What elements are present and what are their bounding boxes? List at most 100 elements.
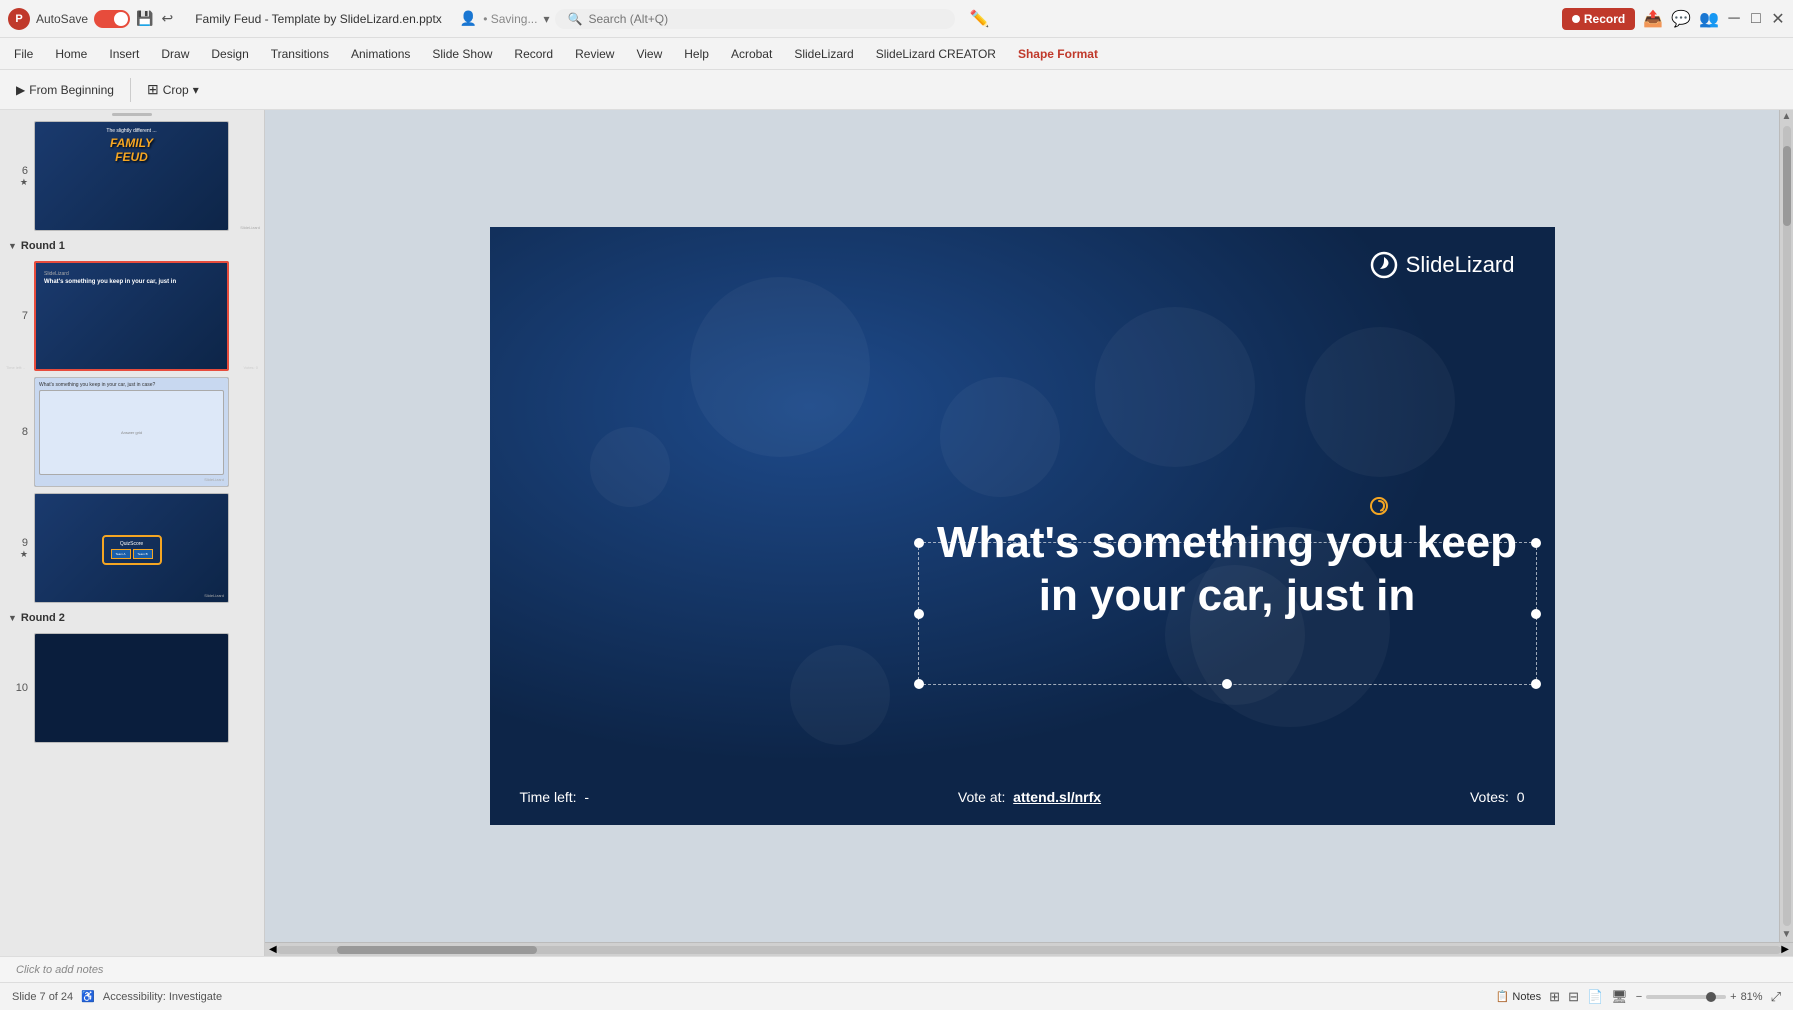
canvas-wrapper[interactable]: SlideLizard (265, 110, 1779, 942)
crop-dropdown-icon[interactable]: ▾ (193, 83, 199, 97)
user-icon[interactable]: 👤 (460, 10, 477, 27)
rotate-icon (1372, 499, 1386, 513)
bg-circle-8 (1095, 307, 1255, 467)
click-to-add-notes[interactable]: Click to add notes (16, 964, 103, 976)
from-beginning-button[interactable]: ▶ From Beginning (8, 79, 122, 101)
maximize-button[interactable]: □ (1749, 12, 1763, 26)
close-button[interactable]: ✕ (1771, 12, 1785, 26)
vertical-scrollbar[interactable]: ▲ ▼ (1779, 110, 1793, 942)
slide-sorter-icon[interactable]: ⊟ (1568, 989, 1579, 1005)
normal-view-icon[interactable]: ⊞ (1549, 989, 1560, 1005)
main-question-text[interactable]: What's something you keep in your car, j… (920, 517, 1535, 623)
zoom-in-icon[interactable]: + (1730, 991, 1736, 1003)
crop-button[interactable]: ⊞ Crop ▾ (139, 77, 207, 102)
vscroll-track[interactable] (1783, 126, 1791, 926)
bg-circle-2 (940, 377, 1060, 497)
vote-at: Vote at: attend.sl/nrfx (958, 789, 1101, 805)
menu-draw[interactable]: Draw (151, 43, 199, 65)
presenter-view-icon[interactable]: 🖥 (1611, 989, 1628, 1005)
hscroll-thumb[interactable] (337, 946, 537, 954)
section-header-round1[interactable]: ▼ Round 1 (0, 234, 264, 258)
canvas-area: SlideLizard (265, 110, 1793, 956)
hscroll-right-arrow[interactable]: ▶ (1781, 944, 1789, 955)
menu-transitions[interactable]: Transitions (261, 43, 339, 65)
menu-animations[interactable]: Animations (341, 43, 420, 65)
powerpoint-logo: P (8, 8, 30, 30)
record-button-top[interactable]: Record (1562, 8, 1635, 30)
slide-item-10[interactable]: 10 (0, 630, 264, 746)
rotate-handle[interactable] (1370, 497, 1388, 515)
logo-slide: Slide (1406, 252, 1455, 277)
fit-icon[interactable]: ⤢ (1771, 989, 1781, 1005)
accessibility-icon[interactable]: ♿ (81, 990, 95, 1003)
handle-br[interactable] (1531, 679, 1541, 689)
slidelizard-logo-icon (1370, 251, 1398, 279)
menu-help[interactable]: Help (674, 43, 719, 65)
scroll-up-area[interactable] (0, 110, 264, 118)
slide-item-8[interactable]: 8 What's something you keep in your car,… (0, 374, 264, 490)
section-header-round2[interactable]: ▼ Round 2 (0, 606, 264, 630)
menu-review[interactable]: Review (565, 43, 624, 65)
horizontal-scrollbar[interactable]: ◀ ▶ (265, 942, 1793, 956)
menubar: File Home Insert Draw Design Transitions… (0, 38, 1793, 70)
slide-number-8: 8 (12, 426, 28, 438)
slide-footer: Time left: - Vote at: attend.sl/nrfx Vot… (490, 789, 1555, 805)
accessibility-text[interactable]: Accessibility: Investigate (103, 991, 222, 1003)
menu-shape-format[interactable]: Shape Format (1008, 43, 1108, 65)
notes-button[interactable]: 📋 Notes (1496, 990, 1541, 1003)
autosave-toggle[interactable] (94, 10, 130, 28)
menu-slidelizard[interactable]: SlideLizard (784, 43, 863, 65)
handle-bm[interactable] (1222, 679, 1232, 689)
menu-design[interactable]: Design (201, 43, 258, 65)
slide-item-6[interactable]: 6 ★ The slightly different ... FAMILYFEU… (0, 118, 264, 234)
slide-thumb-9[interactable]: QuizScore Team A Team B SlideLizard (34, 493, 229, 603)
scroll-down-arrow[interactable]: ▼ (1782, 930, 1792, 940)
status-left: Slide 7 of 24 ♿ Accessibility: Investiga… (12, 990, 222, 1003)
search-box[interactable]: 🔍 (555, 9, 955, 29)
zoom-out-icon[interactable]: − (1636, 991, 1642, 1003)
slide-number-9: 9 (12, 537, 28, 549)
slide-item-9[interactable]: 9 ★ QuizScore Team A Team B SlideLizard (0, 490, 264, 606)
reading-view-icon[interactable]: 📄 (1587, 989, 1603, 1005)
status-right: 📋 Notes ⊞ ⊟ 📄 🖥 − + 81% ⤢ (1496, 989, 1781, 1005)
share-icon[interactable]: 📤 (1643, 9, 1663, 29)
slide-thumb-7[interactable]: SlideLizard What's something you keep in… (34, 261, 229, 371)
autosave-label: AutoSave (36, 12, 88, 26)
menu-acrobat[interactable]: Acrobat (721, 43, 782, 65)
menu-slideshow[interactable]: Slide Show (422, 43, 502, 65)
notes-bar: Click to add notes (0, 956, 1793, 982)
search-input[interactable] (588, 12, 943, 26)
slide-thumb-10[interactable] (34, 633, 229, 743)
slide-item-7[interactable]: 7 SlideLizard What's something you keep … (0, 258, 264, 374)
saving-text: • Saving... (483, 12, 537, 26)
handle-bl[interactable] (914, 679, 924, 689)
hscroll-track[interactable] (277, 946, 1782, 954)
window-controls: Record 📤 💬 👥 ─ □ ✕ (1562, 8, 1785, 30)
menu-home[interactable]: Home (45, 43, 97, 65)
slide-number-7: 7 (12, 310, 28, 322)
menu-slidelizard-creator[interactable]: SlideLizard CREATOR (866, 43, 1006, 65)
menu-insert[interactable]: Insert (99, 43, 149, 65)
slide-canvas[interactable]: SlideLizard (490, 227, 1555, 825)
menu-view[interactable]: View (626, 43, 672, 65)
title-icons: 💾 ↩ (136, 10, 173, 27)
dropdown-icon[interactable]: ▾ (543, 12, 549, 26)
zoom-slider[interactable] (1646, 995, 1726, 999)
minimize-button[interactable]: ─ (1727, 12, 1741, 26)
collab-icon[interactable]: 👥 (1699, 9, 1719, 29)
vscroll-thumb[interactable] (1783, 146, 1791, 226)
slide-thumb-6[interactable]: The slightly different ... FAMILYFEUD Sl… (34, 121, 229, 231)
scroll-up-arrow[interactable]: ▲ (1782, 112, 1792, 122)
save-icon[interactable]: 💾 (136, 10, 153, 27)
zoom-level[interactable]: 81% (1741, 991, 1763, 1003)
undo-icon[interactable]: ↩ (161, 10, 173, 27)
menu-record[interactable]: Record (504, 43, 563, 65)
section-collapse-icon-2: ▼ (8, 613, 17, 623)
menu-file[interactable]: File (4, 43, 43, 65)
comment-icon[interactable]: 💬 (1671, 9, 1691, 29)
titlebar: P AutoSave 💾 ↩ Family Feud - Template by… (0, 0, 1793, 38)
slide-thumb-8[interactable]: What's something you keep in your car, j… (34, 377, 229, 487)
hscroll-left-arrow[interactable]: ◀ (269, 944, 277, 955)
pen-icon[interactable]: ✏️ (969, 9, 989, 29)
votes-count: Votes: 0 (1470, 789, 1525, 805)
